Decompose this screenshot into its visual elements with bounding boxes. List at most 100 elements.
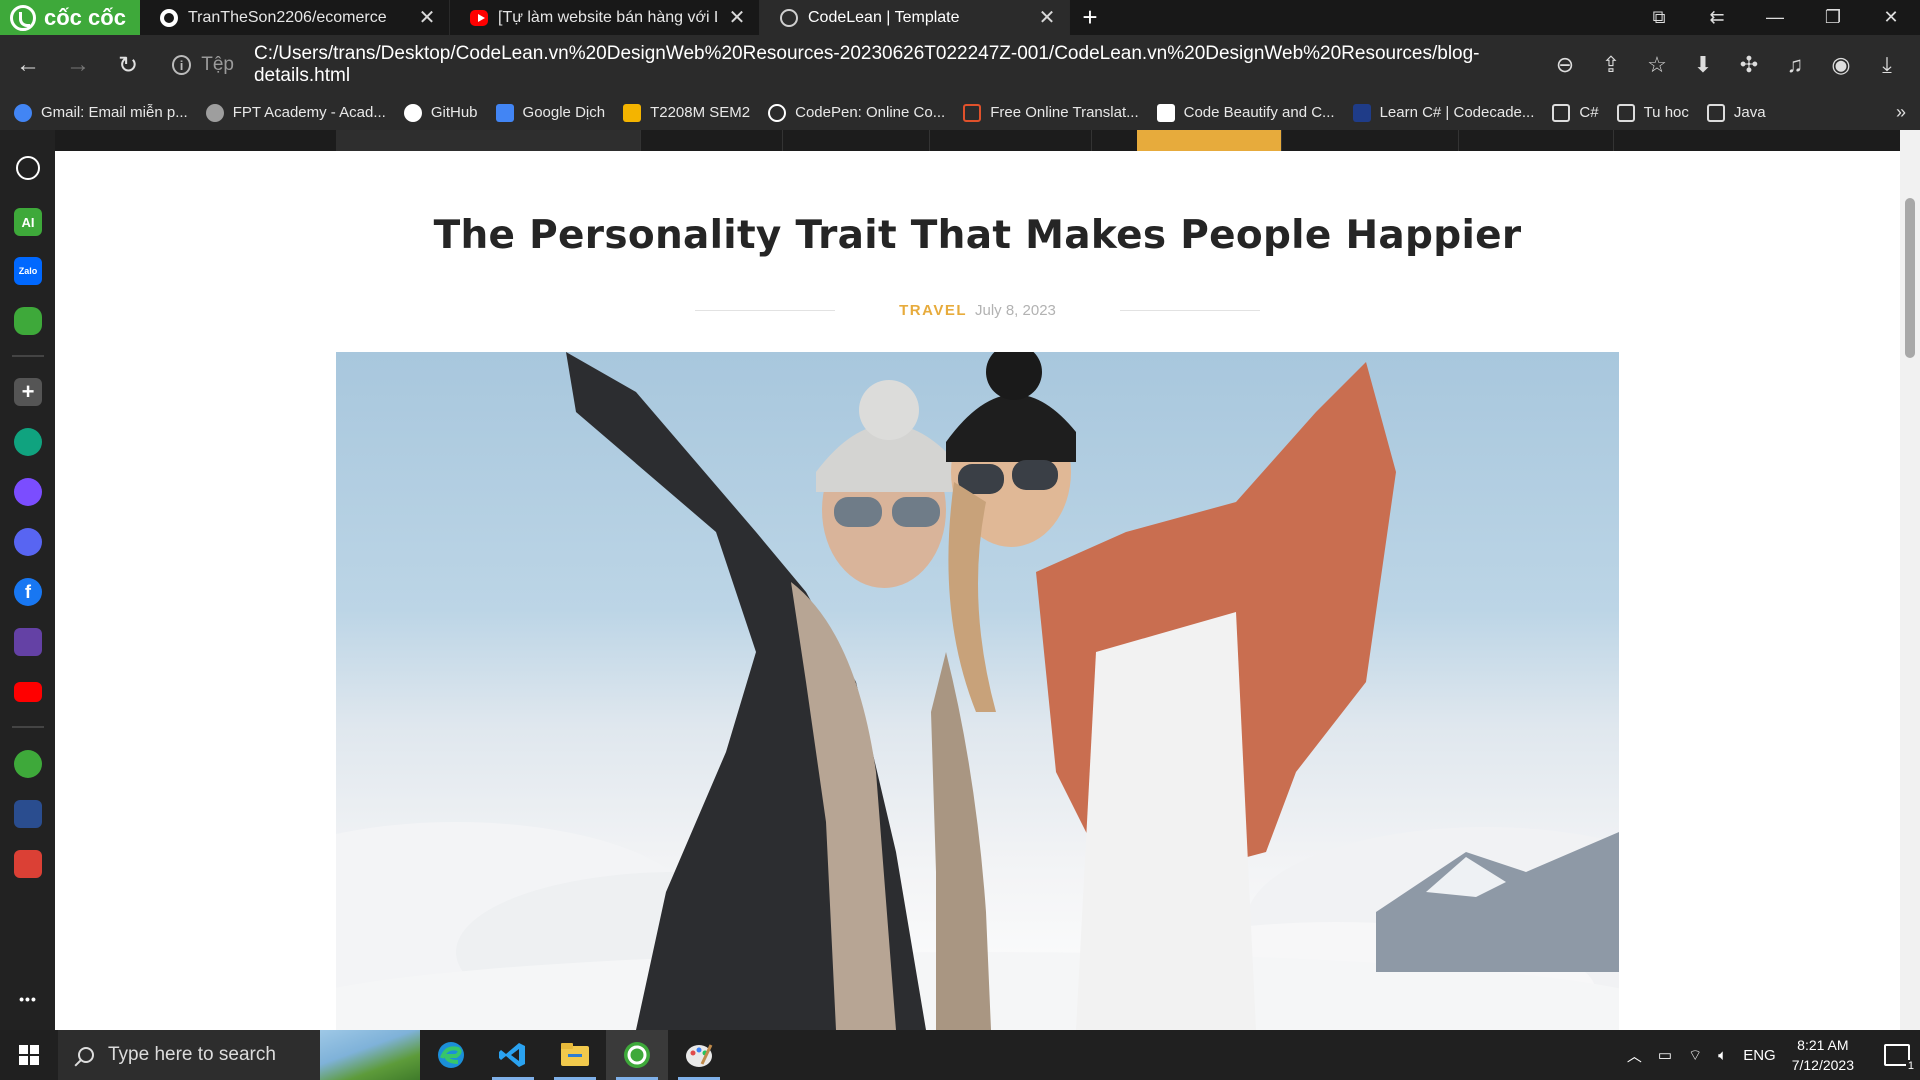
google-icon — [14, 103, 32, 122]
close-icon[interactable]: ✕ — [417, 5, 437, 30]
twitch-icon[interactable] — [14, 628, 42, 656]
paint-icon[interactable] — [668, 1030, 730, 1080]
bookmark-github[interactable]: GitHub — [403, 103, 478, 122]
close-icon[interactable]: ✕ — [1037, 5, 1057, 30]
chatgpt-icon[interactable] — [14, 428, 42, 456]
playlist-icon[interactable]: ♫ — [1772, 52, 1818, 78]
more-bookmarks-button[interactable]: » — [1896, 102, 1906, 123]
battery-icon[interactable]: ▭ — [1658, 1046, 1672, 1064]
minimize-button[interactable]: — — [1746, 7, 1804, 28]
game-icon[interactable] — [14, 307, 42, 335]
system-tray: ︿ ▭ ⌔ 🔈︎ ENG 8:21 AM 7/12/2023 1 — [1627, 1035, 1920, 1075]
file-explorer-icon[interactable] — [544, 1030, 606, 1080]
tab-codelean[interactable]: CodeLean | Template ✕ — [760, 0, 1070, 35]
zoom-out-icon[interactable]: ⊖ — [1542, 52, 1588, 78]
close-window-button[interactable]: ✕ — [1862, 7, 1920, 28]
start-button[interactable] — [0, 1030, 58, 1080]
windows-logo-icon — [19, 1045, 39, 1065]
wifi-icon[interactable]: ⌔ — [1688, 1046, 1702, 1065]
taskbar-search[interactable]: Type here to search — [58, 1030, 420, 1080]
todoist-icon[interactable] — [14, 850, 42, 878]
folder-icon — [1616, 103, 1635, 122]
share-icon[interactable]: ⇪ — [1588, 52, 1634, 78]
blog-date: July 8, 2023 — [975, 302, 1056, 319]
notification-icon[interactable]: 1 — [1884, 1044, 1916, 1072]
ai-icon[interactable]: AI — [14, 208, 42, 236]
extensions-icon[interactable]: ✣ — [1726, 52, 1772, 78]
profile-icon[interactable]: ◉ — [1818, 52, 1864, 78]
info-icon[interactable]: i — [172, 55, 192, 75]
zalo-icon[interactable]: Zalo — [14, 257, 42, 285]
downloads-icon[interactable]: ⤓ — [1864, 52, 1910, 78]
coccoc-icon[interactable] — [14, 750, 42, 778]
more-icon[interactable]: ••• — [14, 985, 42, 1013]
coccoc-icon[interactable] — [606, 1030, 668, 1080]
bookmark-codepen[interactable]: CodePen: Online Co... — [768, 103, 945, 122]
vscode-icon[interactable] — [482, 1030, 544, 1080]
site-nav-bar — [55, 130, 1900, 151]
tab-github[interactable]: TranTheSon2206/ecomerce ✕ — [140, 0, 450, 35]
forward-button[interactable]: → — [56, 43, 100, 87]
globe-icon — [205, 103, 224, 122]
tab-title: CodeLean | Template — [808, 8, 960, 26]
nav-item[interactable] — [1459, 130, 1614, 151]
reload-button[interactable]: ↻ — [106, 43, 150, 87]
bookmark-folder-java[interactable]: Java — [1706, 103, 1766, 122]
bookmark-classroom[interactable]: T2208M SEM2 — [623, 103, 750, 122]
bookmark-label: Gmail: Email miễn p... — [41, 104, 188, 121]
bookmark-codecademy[interactable]: Learn C# | Codecade... — [1352, 103, 1534, 122]
add-icon[interactable]: + — [14, 378, 42, 406]
blog-meta: TRAVEL July 8, 2023 — [55, 302, 1900, 319]
scrollbar-thumb[interactable] — [1905, 198, 1915, 358]
nav-item[interactable] — [783, 130, 930, 151]
screenshot-icon[interactable]: ⧉ — [1630, 7, 1688, 28]
game-avatar-icon[interactable] — [14, 800, 42, 828]
nav-item-blog-active[interactable] — [1137, 130, 1282, 151]
clock[interactable]: 8:21 AM 7/12/2023 — [1792, 1035, 1854, 1075]
bookmark-google-translate[interactable]: Google Dịch — [495, 103, 605, 122]
sidebar-divider — [12, 726, 44, 728]
close-icon[interactable]: ✕ — [727, 5, 747, 30]
back-button[interactable]: ← — [6, 43, 50, 87]
toolbar-actions: ⊖ ⇪ ☆ ⬇ ✣ ♫ ◉ ⤓ — [1542, 52, 1910, 78]
nav-item[interactable] — [641, 130, 783, 151]
download-page-icon[interactable]: ⬇ — [1680, 52, 1726, 78]
codebeautify-icon — [1156, 103, 1175, 122]
address-bar[interactable]: i Tệp C:/Users/trans/Desktop/CodeLean.vn… — [172, 43, 1512, 87]
bookmark-folder-tuhoc[interactable]: Tu hoc — [1616, 103, 1689, 122]
blog-category[interactable]: TRAVEL — [899, 302, 967, 319]
discord-icon[interactable] — [14, 528, 42, 556]
nav-item[interactable] — [930, 130, 1092, 151]
bookmark-fpt[interactable]: FPT Academy - Acad... — [205, 103, 386, 122]
back-history-icon[interactable]: ⇇ — [1688, 7, 1746, 28]
tab-youtube[interactable]: [Tự làm website bán hàng với Lara ✕ — [450, 0, 760, 35]
bookmark-gmail[interactable]: Gmail: Email miễn p... — [14, 103, 188, 122]
youtube-icon[interactable] — [14, 682, 42, 702]
bookmark-folder-csharp[interactable]: C# — [1552, 103, 1599, 122]
messenger-icon[interactable] — [14, 478, 42, 506]
new-tab-button[interactable]: + — [1070, 0, 1110, 35]
youtube-icon — [470, 9, 488, 26]
browser-toolbar: ← → ↻ i Tệp C:/Users/trans/Desktop/CodeL… — [0, 35, 1920, 95]
nav-item[interactable] — [336, 130, 641, 151]
maximize-button[interactable]: ❐ — [1804, 7, 1862, 28]
codecademy-icon — [1352, 103, 1371, 122]
browser-sidebar: AI Zalo + f ••• — [0, 130, 55, 1030]
page-scrollbar[interactable] — [1900, 130, 1920, 1030]
history-icon[interactable] — [16, 156, 40, 180]
bookmark-translator[interactable]: Free Online Translat... — [963, 103, 1139, 122]
facebook-icon[interactable]: f — [14, 578, 42, 606]
globe-icon — [780, 8, 798, 27]
search-icon — [78, 1047, 94, 1063]
url-text[interactable]: C:/Users/trans/Desktop/CodeLean.vn%20Des… — [254, 43, 1512, 87]
language-indicator[interactable]: ENG — [1743, 1047, 1776, 1064]
nav-item[interactable] — [1282, 130, 1459, 151]
translate-icon — [963, 103, 982, 122]
coccoc-logo-icon — [10, 4, 36, 31]
bookmark-codebeautify[interactable]: Code Beautify and C... — [1156, 103, 1335, 122]
edge-icon[interactable] — [420, 1030, 482, 1080]
volume-icon[interactable]: 🔈︎ — [1718, 1047, 1727, 1064]
bookmark-star-icon[interactable]: ☆ — [1634, 52, 1680, 78]
chevron-up-icon[interactable]: ︿ — [1627, 1045, 1642, 1066]
browser-brand[interactable]: cốc cốc — [0, 0, 140, 35]
